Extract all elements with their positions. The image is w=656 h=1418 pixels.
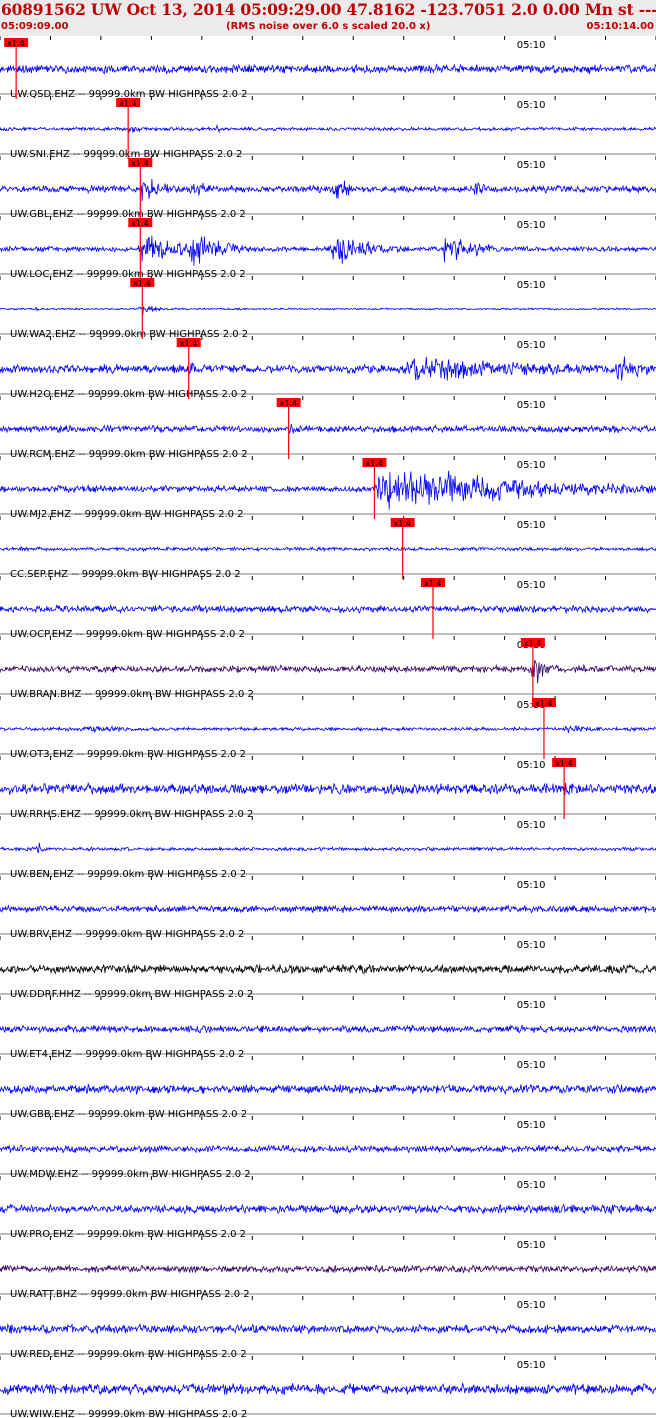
waveform-trace	[0, 1203, 656, 1215]
channel-label: UW.GBB.EHZ -- 99999.0km BW HIGHPASS 2.0 …	[10, 1109, 247, 1120]
channel-label: UW.BEN.EHZ -- 99999.0km BW HIGHPASS 2.0 …	[10, 869, 246, 880]
end-time-label: 05:10:14.00	[586, 21, 654, 32]
waveform-trace	[0, 356, 656, 381]
waveform-trace	[0, 305, 656, 315]
channel-panel: 05:10 UW.SNI.EHZ -- 99999.0km BW HIGHPASS…	[0, 96, 656, 160]
waveform-trace	[0, 123, 656, 134]
channel-panel: 05:10 UW.OCP.EHZ -- 99999.0km BW HIGHPASS…	[0, 576, 656, 640]
channel-panel: 05:10 UW.RRHS.EHZ -- 99999.0km BW HIGHPAS…	[0, 756, 656, 820]
channel-panel: 05:10 UW.GBL.EHZ -- 99999.0km BW HIGHPASS…	[0, 156, 656, 220]
plot-header: 60891562 UW Oct 13, 2014 05:09:29.00 47.…	[0, 0, 656, 36]
waveform-trace	[0, 178, 656, 202]
waveform-trace	[0, 235, 656, 266]
waveform-trace	[0, 63, 656, 75]
start-time-label: 05:09:09.00	[1, 21, 69, 32]
channel-label: UW.MJ2.EHZ -- 99999.0km BW HIGHPASS 2.0 …	[10, 509, 244, 520]
minute-tick-label: 05:10	[517, 820, 546, 831]
channel-label: UW.BRAN.BHZ -- 99999.0km BW HIGHPASS 2.0…	[10, 689, 254, 700]
channel-label: UW.RRHS.EHZ -- 99999.0km BW HIGHPASS 2.0…	[10, 809, 253, 820]
channel-panel: 05:10 UW.LOC.EHZ -- 99999.0km BW HIGHPASS…	[0, 216, 656, 280]
waveform-trace	[0, 545, 656, 553]
channel-label: UW.SNI.EHZ -- 99999.0km BW HIGHPASS 2.0 …	[10, 149, 242, 160]
channel-label: UW.GBL.EHZ -- 99999.0km BW HIGHPASS 2.0 …	[10, 209, 246, 220]
minute-tick-label: 05:10	[517, 100, 546, 111]
minute-tick-label: 05:10	[517, 580, 546, 591]
minute-tick-label: 05:10	[517, 1000, 546, 1011]
channel-panel: 05:10 UW.WA2.EHZ -- 99999.0km BW HIGHPASS…	[0, 276, 656, 340]
waveform-trace	[0, 1381, 656, 1396]
channel-label: UW.PRO.EHZ -- 99999.0km BW HIGHPASS 2.0 …	[10, 1229, 246, 1240]
channel-label: UW.WA2.EHZ -- 99999.0km BW HIGHPASS 2.0 …	[10, 329, 248, 340]
waveform-trace	[0, 781, 656, 796]
waveform-trace	[0, 1024, 656, 1035]
minute-tick-label: 05:10	[517, 340, 546, 351]
channel-label: UW.H2O.EHZ -- 99999.0km BW HIGHPASS 2.0 …	[10, 389, 247, 400]
channel-panel: 05:10UW.QSD.EHZ -- 99999.0km BW HIGHPASS…	[0, 36, 656, 100]
channel-panel: 05:10 UW.GBB.EHZ -- 99999.0km BW HIGHPASS…	[0, 1056, 656, 1120]
seismogram-plot: 05:10UW.QSD.EHZ -- 99999.0km BW HIGHPASS…	[0, 36, 656, 1418]
channel-panel: 05:10 UW.PRO.EHZ -- 99999.0km BW HIGHPASS…	[0, 1176, 656, 1240]
channel-panel: 05:10 UW.BRV.EHZ -- 99999.0km BW HIGHPASS…	[0, 876, 656, 940]
minute-tick-label: 05:10	[517, 40, 546, 51]
minute-tick-label: 05:10	[517, 520, 546, 531]
channel-label: UW.BRV.EHZ -- 99999.0km BW HIGHPASS 2.0 …	[10, 929, 244, 940]
channel-label: UW.RATT.BHZ -- 99999.0km BW HIGHPASS 2.0…	[10, 1289, 250, 1300]
waveform-trace	[0, 1082, 656, 1096]
channel-label: UW.LOC.EHZ -- 99999.0km BW HIGHPASS 2.0 …	[10, 269, 246, 280]
waveform-trace	[0, 1144, 656, 1154]
channel-panel: 05:10 CC.SEP.EHZ -- 99999.0km BW HIGHPASS…	[0, 516, 656, 580]
channel-panel: 05:10 UW.BEN.EHZ -- 99999.0km BW HIGHPASS…	[0, 816, 656, 880]
minute-tick-label: 05:10	[517, 760, 546, 771]
channel-panel: 05:10 UW.RATT.BHZ -- 99999.0km BW HIGHPAS…	[0, 1236, 656, 1300]
channel-panel: 05:10 UW.RED.EHZ -- 99999.0km BW HIGHPASS…	[0, 1296, 656, 1360]
channel-label: UW.RCM.EHZ -- 99999.0km BW HIGHPASS 2.0 …	[10, 449, 248, 460]
minute-tick-label: 05:10	[517, 160, 546, 171]
minute-tick-label: 05:10	[517, 460, 546, 471]
minute-tick-label: 05:10	[517, 1120, 546, 1131]
channel-panel: 05:10 UW.ET4.EHZ -- 99999.0km BW HIGHPASS…	[0, 996, 656, 1060]
minute-tick-label: 05:10	[517, 1240, 546, 1251]
waveform-trace	[0, 842, 656, 854]
channel-panel: 05:10 UW.DDRF.HHZ -- 99999.0km BW HIGHPAS…	[0, 936, 656, 1000]
channel-label: UW.MDW.EHZ -- 99999.0km BW HIGHPASS 2.0 …	[10, 1169, 251, 1180]
channel-panel: 05:10 UW.MDW.EHZ -- 99999.0km BW HIGHPASS…	[0, 1116, 656, 1180]
minute-tick-label: 05:10	[517, 880, 546, 891]
minute-tick-label: 05:10	[517, 1360, 546, 1371]
minute-tick-label: 05:10	[517, 1180, 546, 1191]
minute-tick-label: 05:10	[517, 400, 546, 411]
minute-tick-label: 05:10	[517, 280, 546, 291]
channel-panel: 05:10 UW.H2O.EHZ -- 99999.0km BW HIGHPASS…	[0, 336, 656, 400]
minute-tick-label: 05:10	[517, 940, 546, 951]
channel-panel: 05:10UW.OT3.EHZ -- 99999.0km BW HIGHPASS…	[0, 696, 656, 760]
channel-label: UW.RED.EHZ -- 99999.0km BW HIGHPASS 2.0 …	[10, 1349, 247, 1360]
channel-label: UW.ET4.EHZ -- 99999.0km BW HIGHPASS 2.0 …	[10, 1049, 244, 1060]
waveform-trace	[0, 963, 656, 975]
channel-panel: 05:10 UW.WIW.EHZ -- 99999.0km BW HIGHPASS…	[0, 1356, 656, 1418]
waveform-trace	[0, 725, 656, 733]
waveform-trace	[0, 424, 656, 435]
waveform-trace	[0, 659, 656, 684]
channel-label: UW.OCP.EHZ -- 99999.0km BW HIGHPASS 2.0 …	[10, 629, 245, 640]
minute-tick-label: 05:10	[517, 1060, 546, 1071]
minute-tick-label: 05:10	[517, 1300, 546, 1311]
channel-panel: 05:10 UW.RCM.EHZ -- 99999.0km BW HIGHPASS…	[0, 396, 656, 460]
channel-label: CC.SEP.EHZ -- 99999.0km BW HIGHPASS 2.0 …	[10, 569, 241, 580]
channel-label: UW.OT3.EHZ -- 99999.0km BW HIGHPASS 2.0 …	[10, 749, 246, 760]
waveform-trace	[0, 904, 656, 914]
minute-tick-label: 05:10	[517, 220, 546, 231]
event-title: 60891562 UW Oct 13, 2014 05:09:29.00 47.…	[1, 0, 656, 19]
channel-panel: 05:10 UW.MJ2.EHZ -- 99999.0km BW HIGHPASS…	[0, 456, 656, 520]
waveform-trace	[0, 470, 656, 510]
channel-label: UW.WIW.EHZ -- 99999.0km BW HIGHPASS 2.0 …	[10, 1409, 247, 1418]
waveform-trace	[0, 1323, 656, 1335]
channel-panel: 05:10UW.BRAN.BHZ -- 99999.0km BW HIGHPAS…	[0, 636, 656, 700]
rms-note: (RMS noise over 6.0 s scaled 20.0 x)	[226, 21, 431, 32]
waveform-trace	[0, 1264, 656, 1274]
waveform-trace	[0, 603, 656, 615]
channel-label: UW.DDRF.HHZ -- 99999.0km BW HIGHPASS 2.0…	[10, 989, 253, 1000]
